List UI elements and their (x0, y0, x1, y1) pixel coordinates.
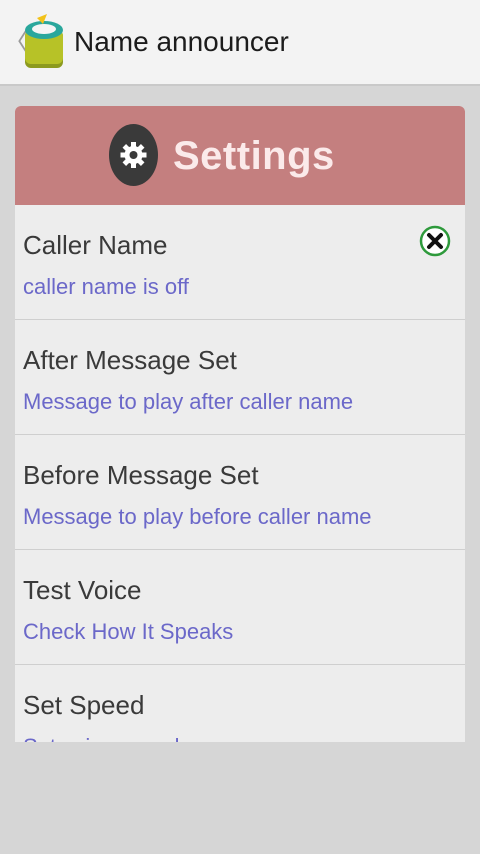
setting-title: Test Voice (23, 575, 142, 605)
setting-subtitle: Message to play after caller name (23, 389, 354, 414)
settings-card: Settings Caller Name caller name is off … (15, 106, 465, 742)
setting-subtitle: Set voice speed (23, 733, 180, 742)
setting-test-voice[interactable]: Test Voice Check How It Speaks (15, 550, 465, 665)
setting-title: After Message Set (23, 345, 237, 375)
gear-icon (109, 124, 158, 186)
settings-header: Settings (15, 106, 465, 205)
setting-set-speed[interactable]: Set Speed Set voice speed (15, 665, 465, 742)
setting-subtitle: Check How It Speaks (23, 619, 234, 644)
app-icon[interactable] (19, 12, 69, 70)
setting-subtitle: Message to play before caller name (23, 504, 372, 529)
setting-caller-name[interactable]: Caller Name caller name is off (15, 205, 465, 320)
settings-title: Settings (173, 134, 335, 178)
setting-after-message[interactable]: After Message Set Message to play after … (15, 320, 465, 435)
action-bar: 〈 Name announcer (0, 0, 480, 86)
setting-subtitle: caller name is off (23, 274, 189, 299)
setting-before-message[interactable]: Before Message Set Message to play befor… (15, 435, 465, 550)
checkbox-off-icon[interactable] (419, 225, 451, 257)
setting-title: Before Message Set (23, 460, 259, 490)
setting-title: Set Speed (23, 690, 145, 720)
app-title: Name announcer (74, 26, 289, 57)
setting-title: Caller Name (23, 230, 168, 260)
